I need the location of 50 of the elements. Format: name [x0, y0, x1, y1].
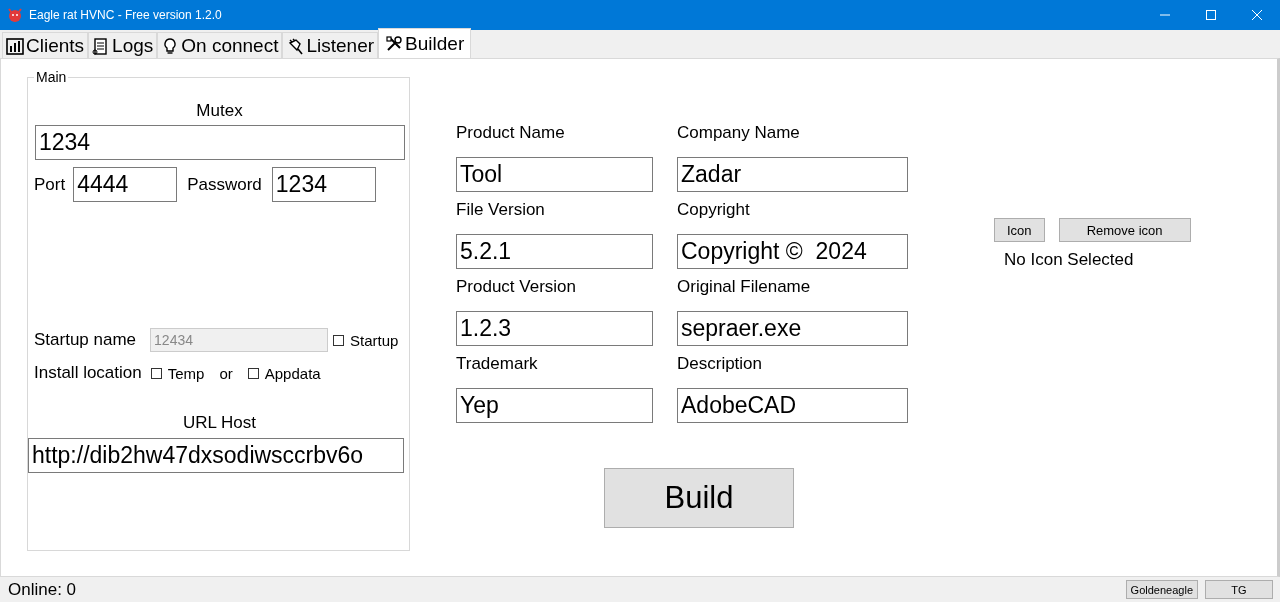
field-label: URL Host: [181, 413, 258, 433]
field-label: Original Filename: [677, 277, 812, 297]
field-label: Description: [677, 354, 764, 374]
field-label: Product Name: [456, 123, 566, 143]
text-field[interactable]: sepraer.exe: [677, 311, 908, 346]
online-count: Online: 0: [8, 579, 77, 600]
status-button[interactable]: Goldeneagle: [1125, 580, 1198, 599]
field-label: Mutex: [195, 101, 244, 121]
checkbox[interactable]: Appdata: [247, 364, 321, 382]
text-field[interactable]: Tool: [456, 157, 653, 192]
url-field[interactable]: http://dib2hw47dxsodiwsccrbv6o: [28, 438, 404, 473]
group-title: Main: [35, 69, 68, 85]
close-icon: [1252, 10, 1262, 20]
field-label: Startup name: [34, 330, 137, 350]
port-field[interactable]: 4444: [73, 167, 178, 202]
field-label: Company Name: [677, 123, 801, 143]
text-field[interactable]: Yep: [456, 388, 653, 423]
field-label: Port: [34, 174, 66, 195]
field-label: Install location: [34, 363, 142, 383]
tab[interactable]: On connect: [157, 32, 283, 58]
text-field[interactable]: 1.2.3: [456, 311, 653, 346]
build-button[interactable]: Build: [604, 468, 794, 528]
devil-face-icon: [7, 7, 23, 23]
field-label: Trademark: [456, 354, 539, 374]
status-button[interactable]: TG: [1205, 580, 1273, 599]
checkbox[interactable]: Temp: [150, 364, 205, 382]
icon-status-text: No Icon Selected: [1004, 250, 1135, 270]
tab[interactable]: Logs: [88, 32, 158, 58]
field-label: File Version: [456, 200, 546, 220]
tab[interactable]: Builder: [378, 28, 472, 58]
icon-button[interactable]: Icon: [994, 218, 1045, 242]
text-field[interactable]: Copyright © 2024: [677, 234, 908, 269]
text-field[interactable]: AdobeCAD: [677, 388, 908, 423]
chart-icon: [6, 36, 24, 55]
field-label: Copyright: [677, 200, 751, 220]
field-label: Password: [187, 174, 262, 195]
or-label: or: [219, 364, 233, 382]
password-field[interactable]: 1234: [271, 167, 376, 202]
checkbox[interactable]: Startup: [333, 331, 399, 349]
tools-icon: [385, 34, 404, 53]
text-field[interactable]: 5.2.1: [456, 234, 653, 269]
remove-icon-button[interactable]: Remove icon: [1058, 218, 1191, 242]
mutex-field[interactable]: 1234: [35, 125, 405, 160]
field-label: Product Version: [456, 277, 577, 297]
plug-icon: [286, 36, 305, 55]
window-title: Eagle rat HVNC - Free version 1.2.0: [29, 8, 222, 22]
tab[interactable]: Listener: [282, 32, 379, 58]
text-field[interactable]: Zadar: [677, 157, 908, 192]
tab[interactable]: Clients: [2, 32, 89, 58]
maximize-icon: [1206, 10, 1216, 20]
